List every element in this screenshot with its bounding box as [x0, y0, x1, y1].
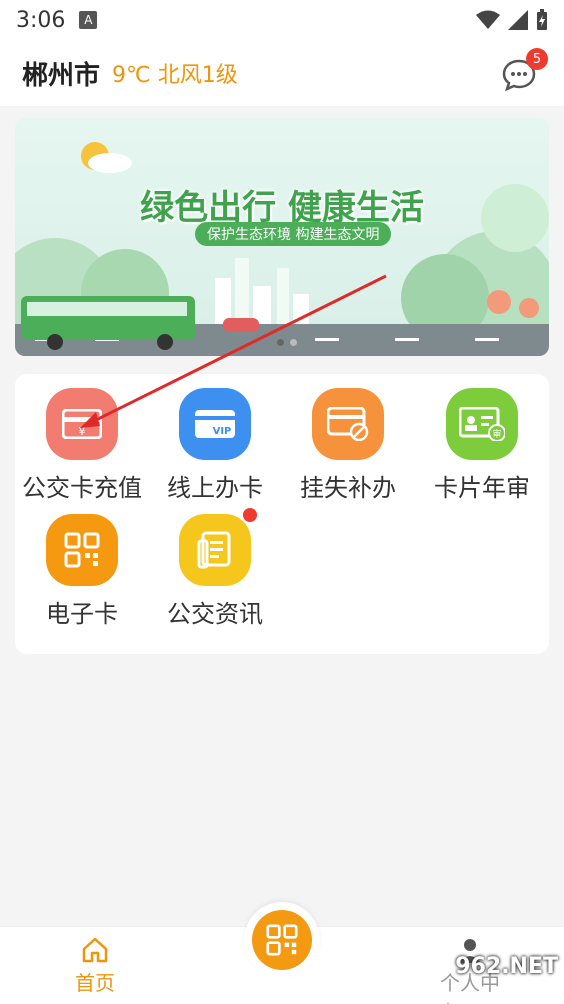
message-count-badge: 5: [526, 48, 548, 70]
vip-card-icon: VIP: [179, 388, 251, 460]
news-icon: [179, 508, 257, 586]
service-bus-news[interactable]: 公交资讯: [148, 508, 282, 629]
wifi-icon: [476, 10, 500, 29]
banner-dot: [277, 339, 284, 346]
service-label: 公交卡充值: [22, 474, 142, 502]
svg-text:审: 审: [492, 428, 501, 440]
service-label: 卡片年审: [434, 474, 530, 502]
service-e-card[interactable]: 电子卡: [15, 514, 149, 629]
accessibility-icon: A: [79, 11, 98, 29]
card-cancel-icon: [312, 388, 384, 460]
qr-code-icon: [252, 910, 312, 970]
status-bar: 3:06 A: [0, 0, 564, 40]
app-header: 郴州市 9℃ 北风1级 5: [0, 40, 564, 106]
battery-icon: [537, 9, 547, 30]
status-time: 3:06: [16, 7, 66, 33]
weather-text: 9℃ 北风1级: [112, 63, 238, 88]
service-online-card[interactable]: VIP 线上办卡: [148, 388, 282, 503]
home-icon: [82, 937, 108, 963]
service-grid: ¥ 公交卡充值 VIP 线上办卡 挂失补办 审 卡片年审 电子卡 公交资讯: [15, 374, 549, 654]
banner-dot: [290, 339, 297, 346]
service-label: 公交资讯: [167, 600, 263, 628]
tab-home[interactable]: 首页: [60, 937, 130, 996]
card-recharge-icon: ¥: [46, 388, 118, 460]
id-card-icon: 审: [446, 388, 518, 460]
svg-text:¥: ¥: [79, 425, 86, 438]
service-annual-review[interactable]: 审 卡片年审: [415, 388, 549, 503]
news-unread-dot: [243, 508, 257, 522]
promo-banner[interactable]: 绿色出行 健康生活 保护生态环境 构建生态文明: [15, 118, 549, 356]
signal-icon: [508, 10, 528, 30]
service-label: 挂失补办: [300, 474, 396, 502]
qr-code-icon: [46, 514, 118, 586]
svg-text:VIP: VIP: [213, 426, 232, 437]
scan-code-button[interactable]: [244, 902, 320, 978]
banner-subtitle: 保护生态环境 构建生态文明: [195, 222, 392, 246]
city-selector[interactable]: 郴州市: [22, 55, 100, 92]
status-icons: [476, 9, 548, 31]
banner-pagination: [277, 339, 297, 346]
service-card-recharge[interactable]: ¥ 公交卡充值: [15, 388, 149, 503]
tab-home-label: 首页: [75, 971, 115, 995]
service-report-loss[interactable]: 挂失补办: [281, 388, 415, 503]
watermark-logo: 962.NET: [455, 954, 558, 979]
service-label: 电子卡: [46, 600, 118, 628]
service-label: 线上办卡: [167, 474, 263, 502]
